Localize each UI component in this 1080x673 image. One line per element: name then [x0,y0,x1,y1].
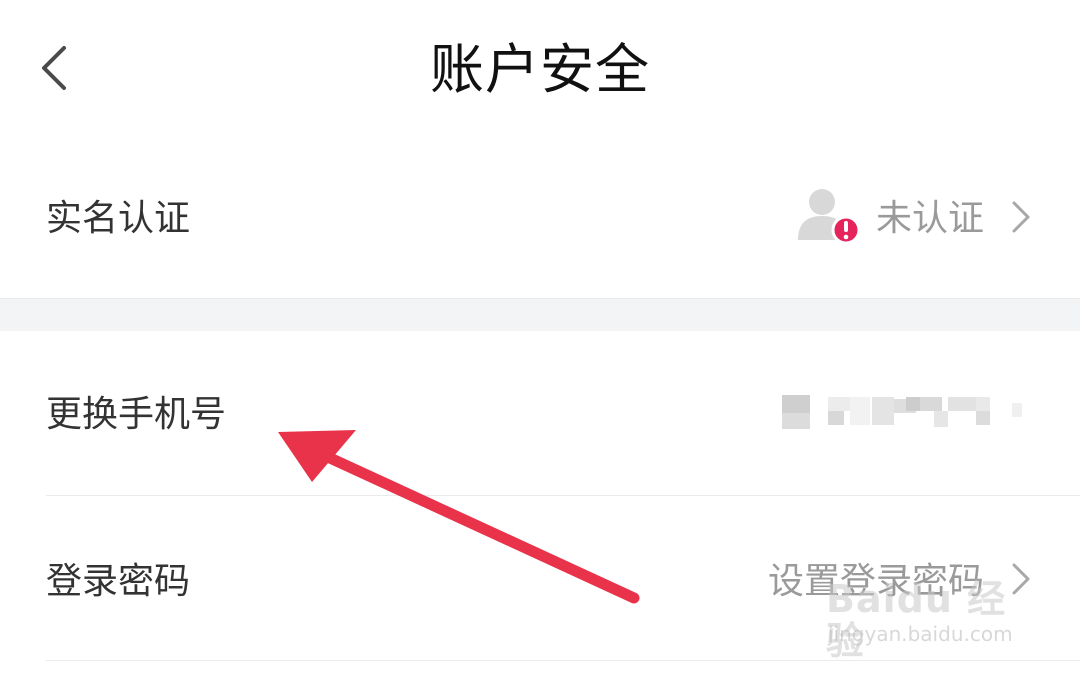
row-label: 更换手机号 [46,394,227,435]
row-login-password[interactable]: 登录密码 设置登录密码 [0,496,1080,660]
row-divider [46,660,1080,661]
row-label: 实名认证 [46,198,191,239]
header-bar: 账户安全 [0,0,1080,140]
user-alert-icon [798,189,860,245]
section-divider [0,298,1080,332]
login-password-status: 设置登录密码 [767,561,984,602]
row-real-name-verification[interactable]: 实名认证 未认证 [0,140,1080,298]
page-title: 账户安全 [430,38,650,101]
chevron-right-icon [1012,201,1030,233]
chevron-right-icon [1012,563,1030,595]
phone-number-obscured [780,393,1030,429]
row-label: 登录密码 [46,561,191,602]
verification-status: 未认证 [875,198,984,239]
